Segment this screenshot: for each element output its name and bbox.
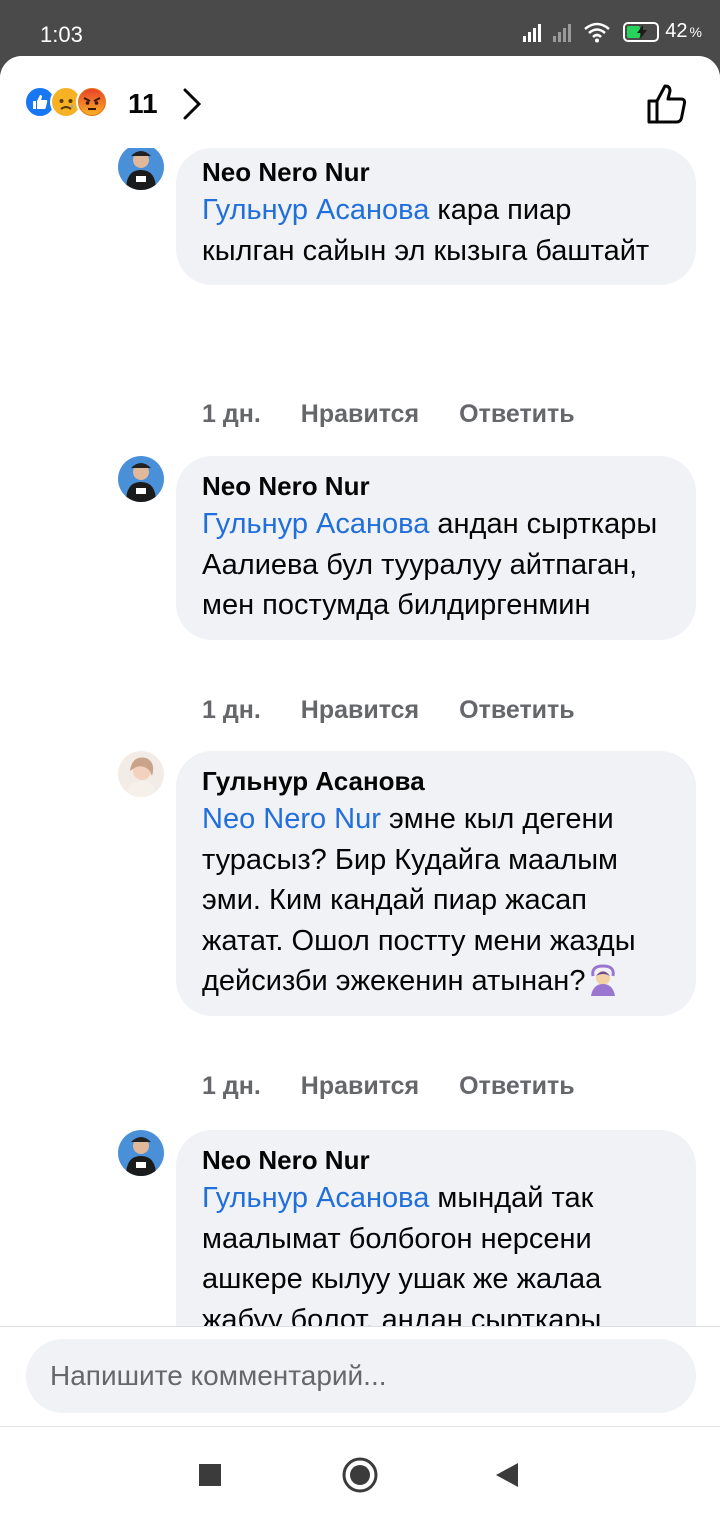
reply-button[interactable]: Ответить — [459, 400, 575, 429]
system-nav-bar — [0, 1426, 720, 1520]
back-button[interactable] — [494, 1461, 520, 1489]
comment-time[interactable]: 1 дн. — [202, 400, 261, 429]
comments-list: Neo Nero Nur Гульнур Асанова кара пиар к… — [0, 148, 720, 1328]
comment-meta: 1 дн. Нравится Ответить — [202, 400, 575, 429]
comment-bubble[interactable]: Neo Nero Nur Гульнур Асанова кара пиар к… — [176, 148, 696, 285]
comment-author[interactable]: Гульнур Асанова — [202, 763, 670, 799]
comment-author[interactable]: Neo Nero Nur — [202, 468, 670, 504]
comment-text: Гульнур Асанова кара пиар кылган сайын э… — [202, 194, 650, 267]
home-button[interactable] — [341, 1456, 379, 1494]
status-bar: 1:03 42% — [0, 0, 720, 62]
comment-bubble[interactable]: Neo Nero Nur Гульнур Асанова андан сыртк… — [176, 456, 696, 640]
comment-mention[interactable]: Гульнур Асанова — [202, 508, 429, 540]
comment-input[interactable] — [26, 1339, 696, 1413]
comment-text: Гульнур Асанова андан сырткары Аалиева б… — [202, 508, 658, 621]
woman-gesturing-ok-icon — [591, 964, 616, 996]
signal-secondary-icon — [553, 22, 572, 42]
comment-bubble[interactable]: Гульнур Асанова Neo Nero Nur эмне кыл де… — [176, 751, 696, 1016]
battery-unit: % — [689, 23, 702, 40]
wifi-icon — [584, 22, 611, 42]
comment-text: Гульнур Асанова мындай так маалымат болб… — [202, 1182, 602, 1328]
angry-icon — [76, 86, 108, 118]
reaction-count[interactable]: 11 — [128, 88, 158, 120]
comment-author[interactable]: Neo Nero Nur — [202, 1142, 670, 1178]
comments-sheet: 11 Neo Nero Nur Гульнур Асанова кара пиа… — [0, 56, 720, 1520]
comment-input-bar — [0, 1326, 720, 1426]
reaction-icons[interactable] — [24, 86, 108, 118]
reply-button[interactable]: Ответить — [459, 696, 575, 725]
comment-author[interactable]: Neo Nero Nur — [202, 154, 670, 190]
like-button[interactable]: Нравится — [301, 1072, 419, 1101]
avatar[interactable] — [118, 751, 164, 797]
recent-apps-button[interactable] — [198, 1463, 222, 1487]
comment-mention[interactable]: Гульнур Асанова — [202, 194, 429, 226]
comment-bubble[interactable]: Neo Nero Nur Гульнур Асанова мындай так … — [176, 1130, 696, 1328]
avatar[interactable] — [118, 456, 164, 502]
reactions-bar[interactable]: 11 — [0, 56, 720, 148]
comment-time[interactable]: 1 дн. — [202, 1072, 261, 1101]
like-button[interactable]: Нравится — [301, 696, 419, 725]
comment-time[interactable]: 1 дн. — [202, 696, 261, 725]
battery-icon — [623, 21, 660, 42]
status-time: 1:03 — [40, 22, 83, 47]
status-icons: 42% — [523, 20, 702, 43]
like-button[interactable]: Нравится — [301, 400, 419, 429]
comment-mention[interactable]: Neo Nero Nur — [202, 803, 381, 835]
comment-meta: 1 дн. Нравится Ответить — [202, 1072, 575, 1101]
comment-meta: 1 дн. Нравится Ответить — [202, 696, 575, 725]
battery-percent: 42 — [665, 20, 688, 42]
signal-icon — [523, 22, 542, 42]
avatar[interactable] — [118, 148, 164, 190]
comment-mention[interactable]: Гульнур Асанова — [202, 1182, 429, 1214]
battery-indicator: 42% — [623, 20, 702, 43]
comment-text: Neo Nero Nur эмне кыл дегени турасыз? Би… — [202, 803, 636, 997]
thumb-up-icon[interactable] — [646, 82, 690, 126]
chevron-right-icon[interactable] — [180, 86, 204, 122]
reply-button[interactable]: Ответить — [459, 1072, 575, 1101]
avatar[interactable] — [118, 1130, 164, 1176]
